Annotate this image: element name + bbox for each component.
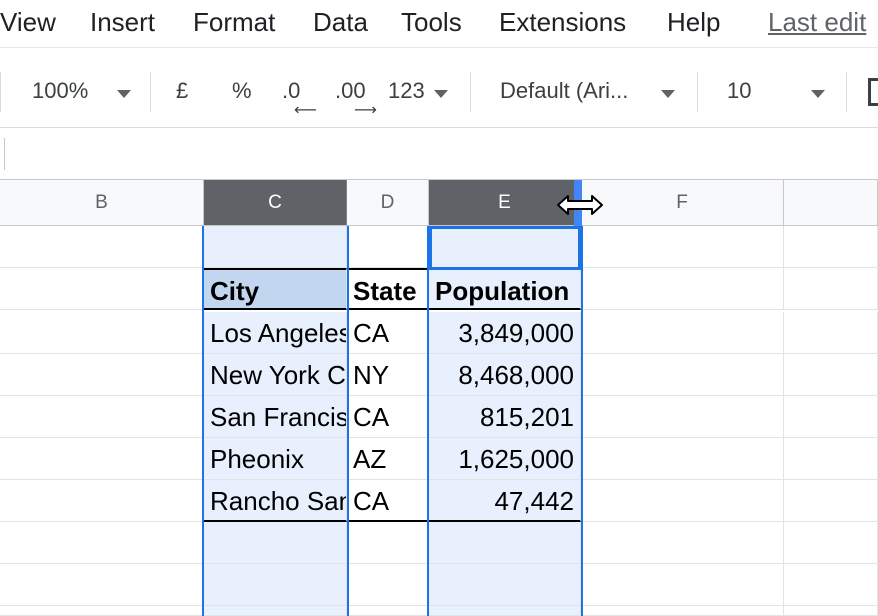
arrow-left-icon: ⟵: [294, 102, 317, 119]
header-cell-state[interactable]: State: [347, 268, 429, 310]
cell[interactable]: [0, 268, 204, 310]
table-cell-city[interactable]: Pheonix: [204, 438, 347, 480]
table-cell-state[interactable]: CA: [347, 312, 429, 354]
table-cell-population[interactable]: 1,625,000: [429, 438, 581, 480]
table-cell-population[interactable]: 3,849,000: [429, 312, 581, 354]
cell[interactable]: [0, 226, 204, 268]
cell[interactable]: [784, 564, 878, 606]
cell[interactable]: [429, 606, 581, 616]
menu-data[interactable]: Data: [313, 6, 368, 38]
font-family-select[interactable]: Default (Ari...: [500, 76, 628, 106]
cell[interactable]: [581, 438, 784, 480]
toolbar: 100% £ % .0 ⟵ .00 ⟶ 123 Default (Ari... …: [0, 54, 878, 128]
format-currency-button[interactable]: £: [176, 76, 188, 106]
cell[interactable]: [0, 564, 204, 606]
table-cell-state[interactable]: AZ: [347, 438, 429, 480]
table-cell-city[interactable]: Los Angeles: [204, 312, 347, 354]
cell[interactable]: [429, 522, 581, 564]
cell[interactable]: [0, 312, 204, 354]
cell[interactable]: [347, 606, 429, 616]
chevron-down-icon[interactable]: [434, 90, 448, 98]
cell[interactable]: [581, 522, 784, 564]
toolbar-divider: [150, 72, 151, 112]
bold-icon[interactable]: [868, 78, 878, 106]
cell[interactable]: [0, 438, 204, 480]
spreadsheet-grid: B C D E F City State Population Los Ange…: [0, 180, 878, 616]
cell[interactable]: [0, 522, 204, 564]
cell[interactable]: [347, 522, 429, 564]
column-header-b[interactable]: B: [0, 180, 204, 226]
cell[interactable]: [581, 226, 784, 268]
chevron-down-icon[interactable]: [661, 90, 675, 98]
format-percent-button[interactable]: %: [232, 76, 252, 106]
column-header-f[interactable]: F: [581, 180, 784, 226]
column-header-g[interactable]: [784, 180, 878, 226]
cell[interactable]: [0, 480, 204, 522]
cell[interactable]: [429, 564, 581, 606]
cell[interactable]: [0, 396, 204, 438]
table-cell-state[interactable]: CA: [347, 480, 429, 522]
cell[interactable]: [784, 226, 878, 268]
cell[interactable]: [784, 396, 878, 438]
cell[interactable]: [581, 480, 784, 522]
table-cell-city[interactable]: San Francisco: [204, 396, 347, 438]
table-cell-city[interactable]: New York City: [204, 354, 347, 396]
cell[interactable]: [581, 354, 784, 396]
chevron-down-icon[interactable]: [117, 90, 131, 98]
cell[interactable]: [784, 312, 878, 354]
toolbar-divider: [470, 72, 471, 112]
font-size-select[interactable]: 10: [727, 76, 751, 106]
column-header-d[interactable]: D: [347, 180, 429, 226]
toolbar-divider: [697, 72, 698, 112]
toolbar-divider: [0, 72, 1, 112]
table-cell-population[interactable]: 47,442: [429, 480, 581, 522]
cell[interactable]: [429, 226, 581, 268]
cell[interactable]: [784, 354, 878, 396]
formula-bar[interactable]: [0, 128, 878, 180]
menu-help[interactable]: Help: [667, 6, 720, 38]
cell[interactable]: [204, 564, 347, 606]
table-cell-population[interactable]: 815,201: [429, 396, 581, 438]
formula-bar-divider: [4, 138, 5, 170]
cell[interactable]: [581, 312, 784, 354]
cell[interactable]: [784, 606, 878, 616]
cell[interactable]: [784, 268, 878, 310]
cell[interactable]: [581, 396, 784, 438]
header-cell-city[interactable]: City: [204, 268, 347, 310]
table-cell-population[interactable]: 8,468,000: [429, 354, 581, 396]
menu-tools[interactable]: Tools: [401, 6, 462, 38]
header-cell-population[interactable]: Population: [429, 268, 581, 310]
column-header-c[interactable]: C: [204, 180, 347, 226]
cell[interactable]: [784, 438, 878, 480]
arrow-right-icon: ⟶: [354, 102, 377, 119]
cell[interactable]: [204, 226, 347, 268]
last-edit-link[interactable]: Last edit: [768, 6, 866, 38]
cell[interactable]: [347, 226, 429, 268]
toolbar-divider: [846, 72, 847, 112]
more-formats-button[interactable]: 123: [388, 76, 425, 106]
cell[interactable]: [581, 268, 784, 310]
menu-view[interactable]: View: [0, 6, 56, 38]
cell[interactable]: [0, 606, 204, 616]
cell[interactable]: [581, 564, 784, 606]
menu-insert[interactable]: Insert: [90, 6, 155, 38]
menu-bar: View Insert Format Data Tools Extensions…: [0, 0, 878, 48]
chevron-down-icon[interactable]: [811, 90, 825, 98]
zoom-select[interactable]: 100%: [32, 76, 88, 106]
menu-format[interactable]: Format: [193, 6, 275, 38]
cell[interactable]: [204, 606, 347, 616]
table-cell-state[interactable]: CA: [347, 396, 429, 438]
menu-extensions[interactable]: Extensions: [499, 6, 626, 38]
cell[interactable]: [0, 354, 204, 396]
cell[interactable]: [204, 522, 347, 564]
table-cell-state[interactable]: NY: [347, 354, 429, 396]
cell[interactable]: [784, 522, 878, 564]
cell[interactable]: [581, 606, 784, 616]
cell[interactable]: [347, 564, 429, 606]
resize-cursor-icon: [557, 195, 603, 215]
table-cell-city[interactable]: Rancho Santa Margarita: [204, 480, 347, 522]
cell[interactable]: [784, 480, 878, 522]
